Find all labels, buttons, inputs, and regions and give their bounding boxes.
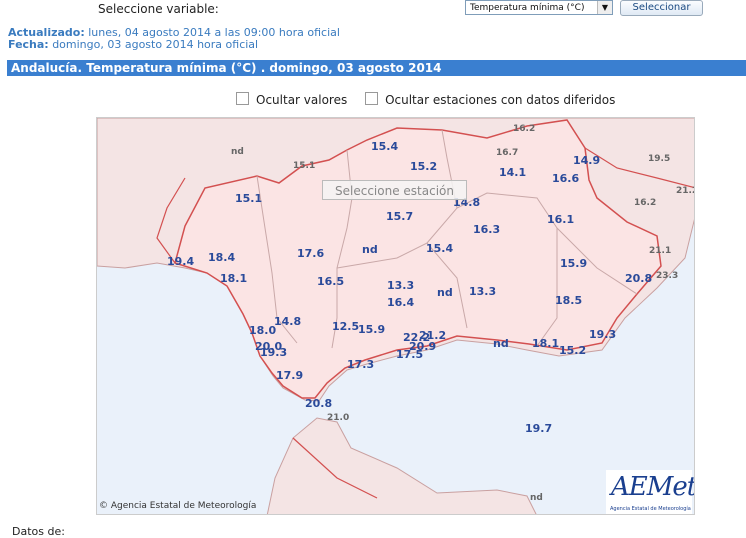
station-value[interactable]: 16.3	[473, 223, 500, 236]
date-label: Fecha:	[8, 38, 49, 51]
station-value-minor[interactable]: 21.1	[649, 246, 671, 256]
station-value[interactable]: 12.5	[332, 320, 359, 333]
station-value[interactable]: 15.9	[358, 323, 385, 336]
map-background	[97, 118, 694, 514]
station-value[interactable]: 15.2	[410, 160, 437, 173]
station-value[interactable]: 15.7	[386, 210, 413, 223]
station-tooltip: Seleccione estación	[322, 180, 467, 200]
date-value: domingo, 03 agosto 2014 hora oficial	[52, 38, 259, 51]
hide-values-checkbox[interactable]	[236, 92, 249, 105]
station-value-minor[interactable]: nd	[231, 147, 244, 157]
station-value[interactable]: 15.1	[235, 192, 262, 205]
hide-deferred-checkbox[interactable]	[365, 92, 379, 105]
station-value[interactable]: 15.2	[559, 344, 586, 357]
logo-mark: AEMet	[611, 472, 695, 502]
station-value[interactable]: 15.9	[560, 257, 587, 270]
station-value-minor[interactable]: 23.3	[656, 271, 678, 281]
station-value[interactable]: 15.4	[371, 140, 398, 153]
copyright-text: Agencia Estatal de Meteorología	[110, 501, 257, 511]
station-value-minor[interactable]: 21.2	[676, 186, 694, 196]
station-value[interactable]: 18.0	[249, 324, 276, 337]
station-value[interactable]: 20.8	[305, 397, 332, 410]
station-value[interactable]: 16.4	[387, 296, 414, 309]
station-value[interactable]: 18.5	[555, 294, 582, 307]
date-line: Fecha: domingo, 03 agosto 2014 hora ofic…	[8, 38, 258, 51]
station-value[interactable]: 19.7	[525, 422, 552, 435]
station-value[interactable]: 17.9	[276, 369, 303, 382]
station-value[interactable]: 19.4	[167, 255, 194, 268]
station-value[interactable]: 20.8	[625, 272, 652, 285]
station-value[interactable]: 14.9	[573, 154, 600, 167]
station-value[interactable]: 18.1	[532, 337, 559, 350]
dropdown-arrow-icon[interactable]: ▼	[597, 1, 612, 14]
station-value[interactable]: 16.1	[547, 213, 574, 226]
copyright-icon: ©	[99, 501, 108, 511]
station-value-minor[interactable]: nd	[530, 493, 543, 503]
variable-label: Seleccione variable:	[98, 2, 219, 16]
station-value[interactable]: nd	[493, 337, 509, 350]
station-value[interactable]: 17.5	[396, 348, 423, 361]
station-value-minor[interactable]: 16.2	[513, 124, 535, 134]
station-map[interactable]: 15.4 15.2 14.9 14.1 16.6 15.1 14.8 15.7 16.1 16.3…	[96, 117, 695, 515]
station-value-minor[interactable]: 16.2	[634, 198, 656, 208]
station-value[interactable]: 17.3	[347, 358, 374, 371]
station-value-minor[interactable]: 19.5	[648, 154, 670, 164]
station-value[interactable]: 19.3	[589, 328, 616, 341]
station-value[interactable]: 14.8	[274, 315, 301, 328]
station-value[interactable]: 18.4	[208, 251, 235, 264]
station-value-minor[interactable]: 21.0	[327, 413, 349, 423]
hide-values-label: Ocultar valores	[256, 93, 348, 107]
select-button[interactable]: Seleccionar	[620, 0, 703, 16]
aemet-logo: AEMet Agencia Estatal de Meteorología	[606, 470, 695, 514]
station-value[interactable]: 18.1	[220, 272, 247, 285]
station-value-minor[interactable]: 16.7	[496, 148, 518, 158]
page-title: Andalucía. Temperatura mínima (°C) . dom…	[7, 60, 746, 76]
hide-deferred-label: Ocultar estaciones con datos diferidos	[385, 93, 616, 107]
station-value[interactable]: 17.6	[297, 247, 324, 260]
station-value[interactable]: 15.4	[426, 242, 453, 255]
station-value[interactable]: 13.3	[387, 279, 414, 292]
station-value[interactable]: 13.3	[469, 285, 496, 298]
hide-values-option[interactable]: Ocultar valores	[236, 92, 348, 107]
station-value-minor[interactable]: 15.1	[293, 161, 315, 171]
station-value[interactable]: 19.3	[260, 346, 287, 359]
variable-select-value: Temperatura mínima (°C)	[470, 3, 585, 13]
hide-deferred-option[interactable]: Ocultar estaciones con datos diferidos	[365, 92, 616, 107]
display-options: Ocultar valores Ocultar estaciones con d…	[236, 92, 629, 107]
station-value[interactable]: nd	[362, 243, 378, 256]
station-value[interactable]: 16.5	[317, 275, 344, 288]
footer-label: Datos de:	[12, 525, 65, 538]
station-value[interactable]: 14.1	[499, 166, 526, 179]
station-value[interactable]: nd	[437, 286, 453, 299]
station-value[interactable]: 16.6	[552, 172, 579, 185]
logo-subtitle: Agencia Estatal de Meteorología	[610, 506, 691, 512]
variable-select[interactable]: Temperatura mínima (°C) ▼	[465, 0, 613, 15]
copyright: © Agencia Estatal de Meteorología	[99, 501, 256, 511]
